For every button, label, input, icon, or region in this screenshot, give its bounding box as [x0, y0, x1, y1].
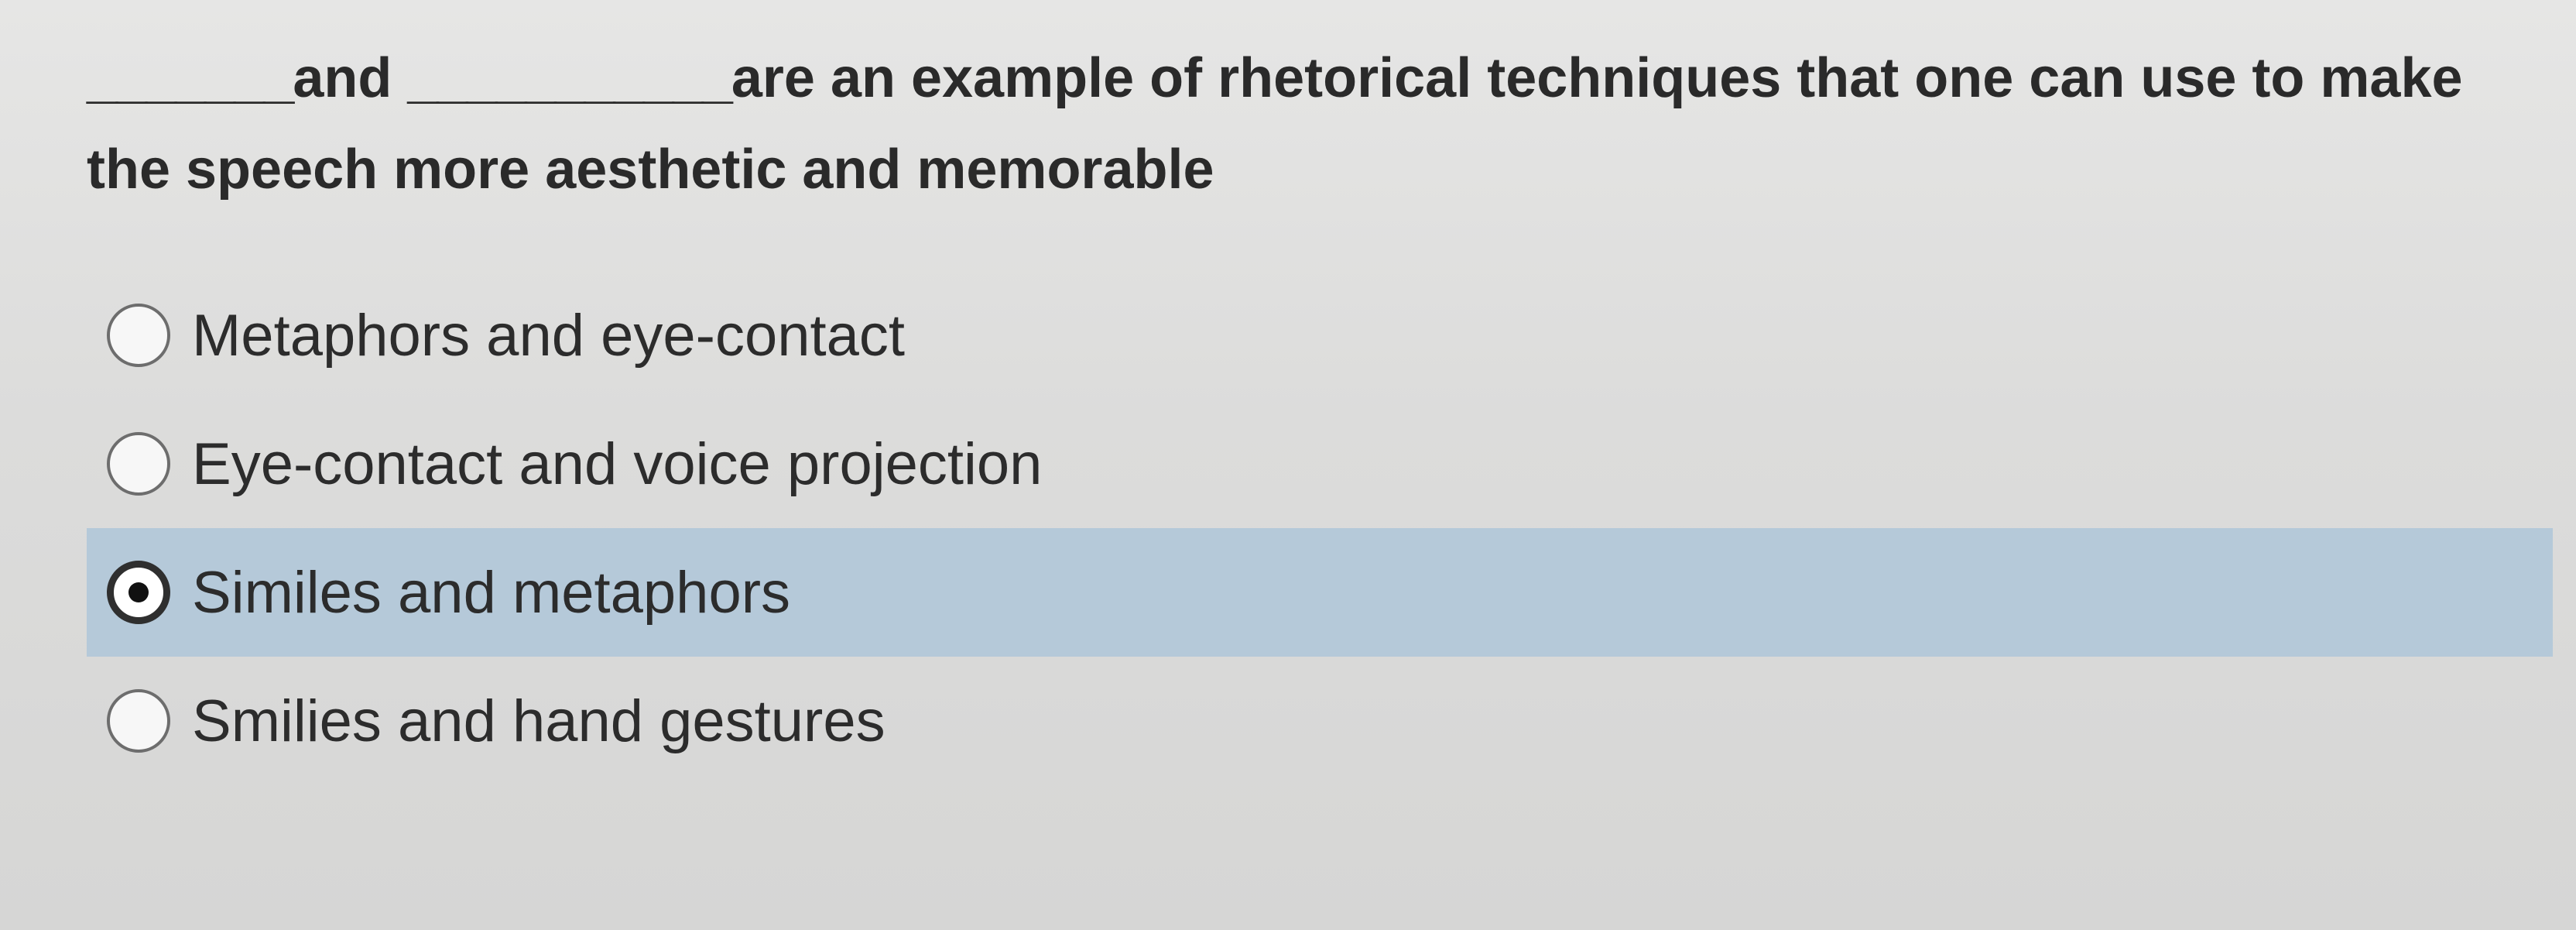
option-label[interactable]: Smilies and hand gestures [192, 688, 886, 755]
option-similes-metaphors[interactable]: Similes and metaphors [87, 528, 2553, 657]
radio-button[interactable] [107, 304, 170, 367]
radio-button-selected[interactable] [107, 561, 170, 624]
question-text: _______and ___________are an example of … [87, 33, 2533, 215]
option-label[interactable]: Similes and metaphors [192, 559, 790, 626]
radio-button[interactable] [107, 689, 170, 753]
question-blank-2: ___________ [407, 47, 732, 109]
option-eye-contact-voice-projection[interactable]: Eye-contact and voice projection [87, 400, 2553, 528]
answer-options: Metaphors and eye-contact Eye-contact an… [87, 271, 2553, 785]
option-metaphors-eye-contact[interactable]: Metaphors and eye-contact [87, 271, 2553, 400]
question-blank-1: _______ [87, 47, 294, 109]
question-word-and: and [293, 47, 392, 109]
option-label[interactable]: Metaphors and eye-contact [192, 302, 905, 369]
option-smilies-hand-gestures[interactable]: Smilies and hand gestures [87, 657, 2553, 785]
radio-selected-dot [128, 582, 149, 602]
radio-button[interactable] [107, 432, 170, 496]
option-label[interactable]: Eye-contact and voice projection [192, 431, 1042, 498]
